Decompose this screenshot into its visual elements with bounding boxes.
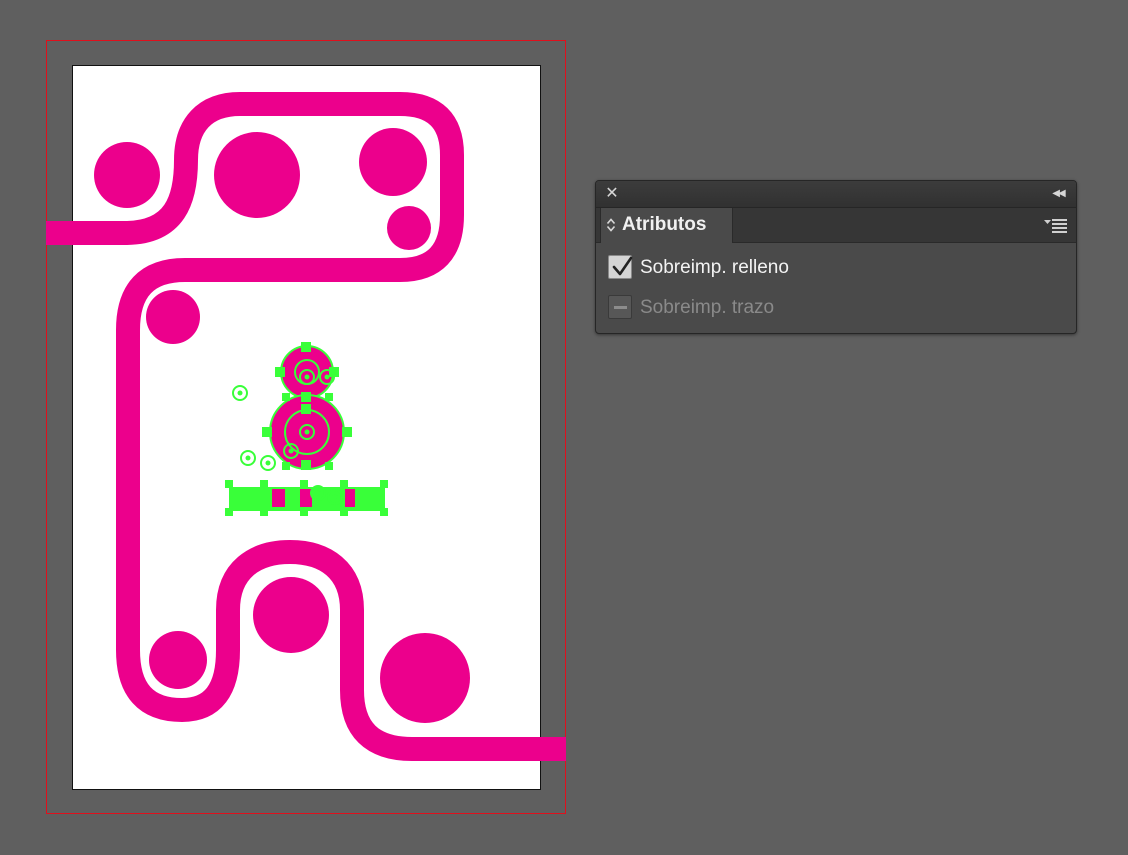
panel-menu-icon[interactable] <box>1040 216 1070 234</box>
overprint-stroke-option: Sobreimp. trazo <box>608 295 1048 321</box>
overprint-fill-checkbox[interactable] <box>608 255 633 279</box>
overprint-stroke-checkbox <box>608 295 632 319</box>
panel-tab-bar: Atributos <box>596 208 1076 243</box>
checkmark-icon <box>612 256 633 276</box>
tab-atributos[interactable]: Atributos <box>600 208 733 243</box>
indeterminate-dash-icon <box>614 306 627 309</box>
tab-label: Atributos <box>622 214 707 235</box>
tab-expand-arrows-icon[interactable] <box>606 217 616 233</box>
double-chevron-left-icon[interactable]: ◀◀ <box>1048 185 1068 203</box>
overprint-fill-option[interactable]: Sobreimp. relleno <box>608 255 1048 281</box>
panel-titlebar[interactable]: ✕ ◀◀ <box>596 181 1076 208</box>
overprint-stroke-label: Sobreimp. trazo <box>640 297 775 318</box>
close-icon[interactable]: ✕ <box>603 185 621 203</box>
overprint-fill-label: Sobreimp. relleno <box>640 257 789 278</box>
attributes-panel: ✕ ◀◀ Atributos Sobreimp. relleno Sobreim… <box>595 180 1077 334</box>
